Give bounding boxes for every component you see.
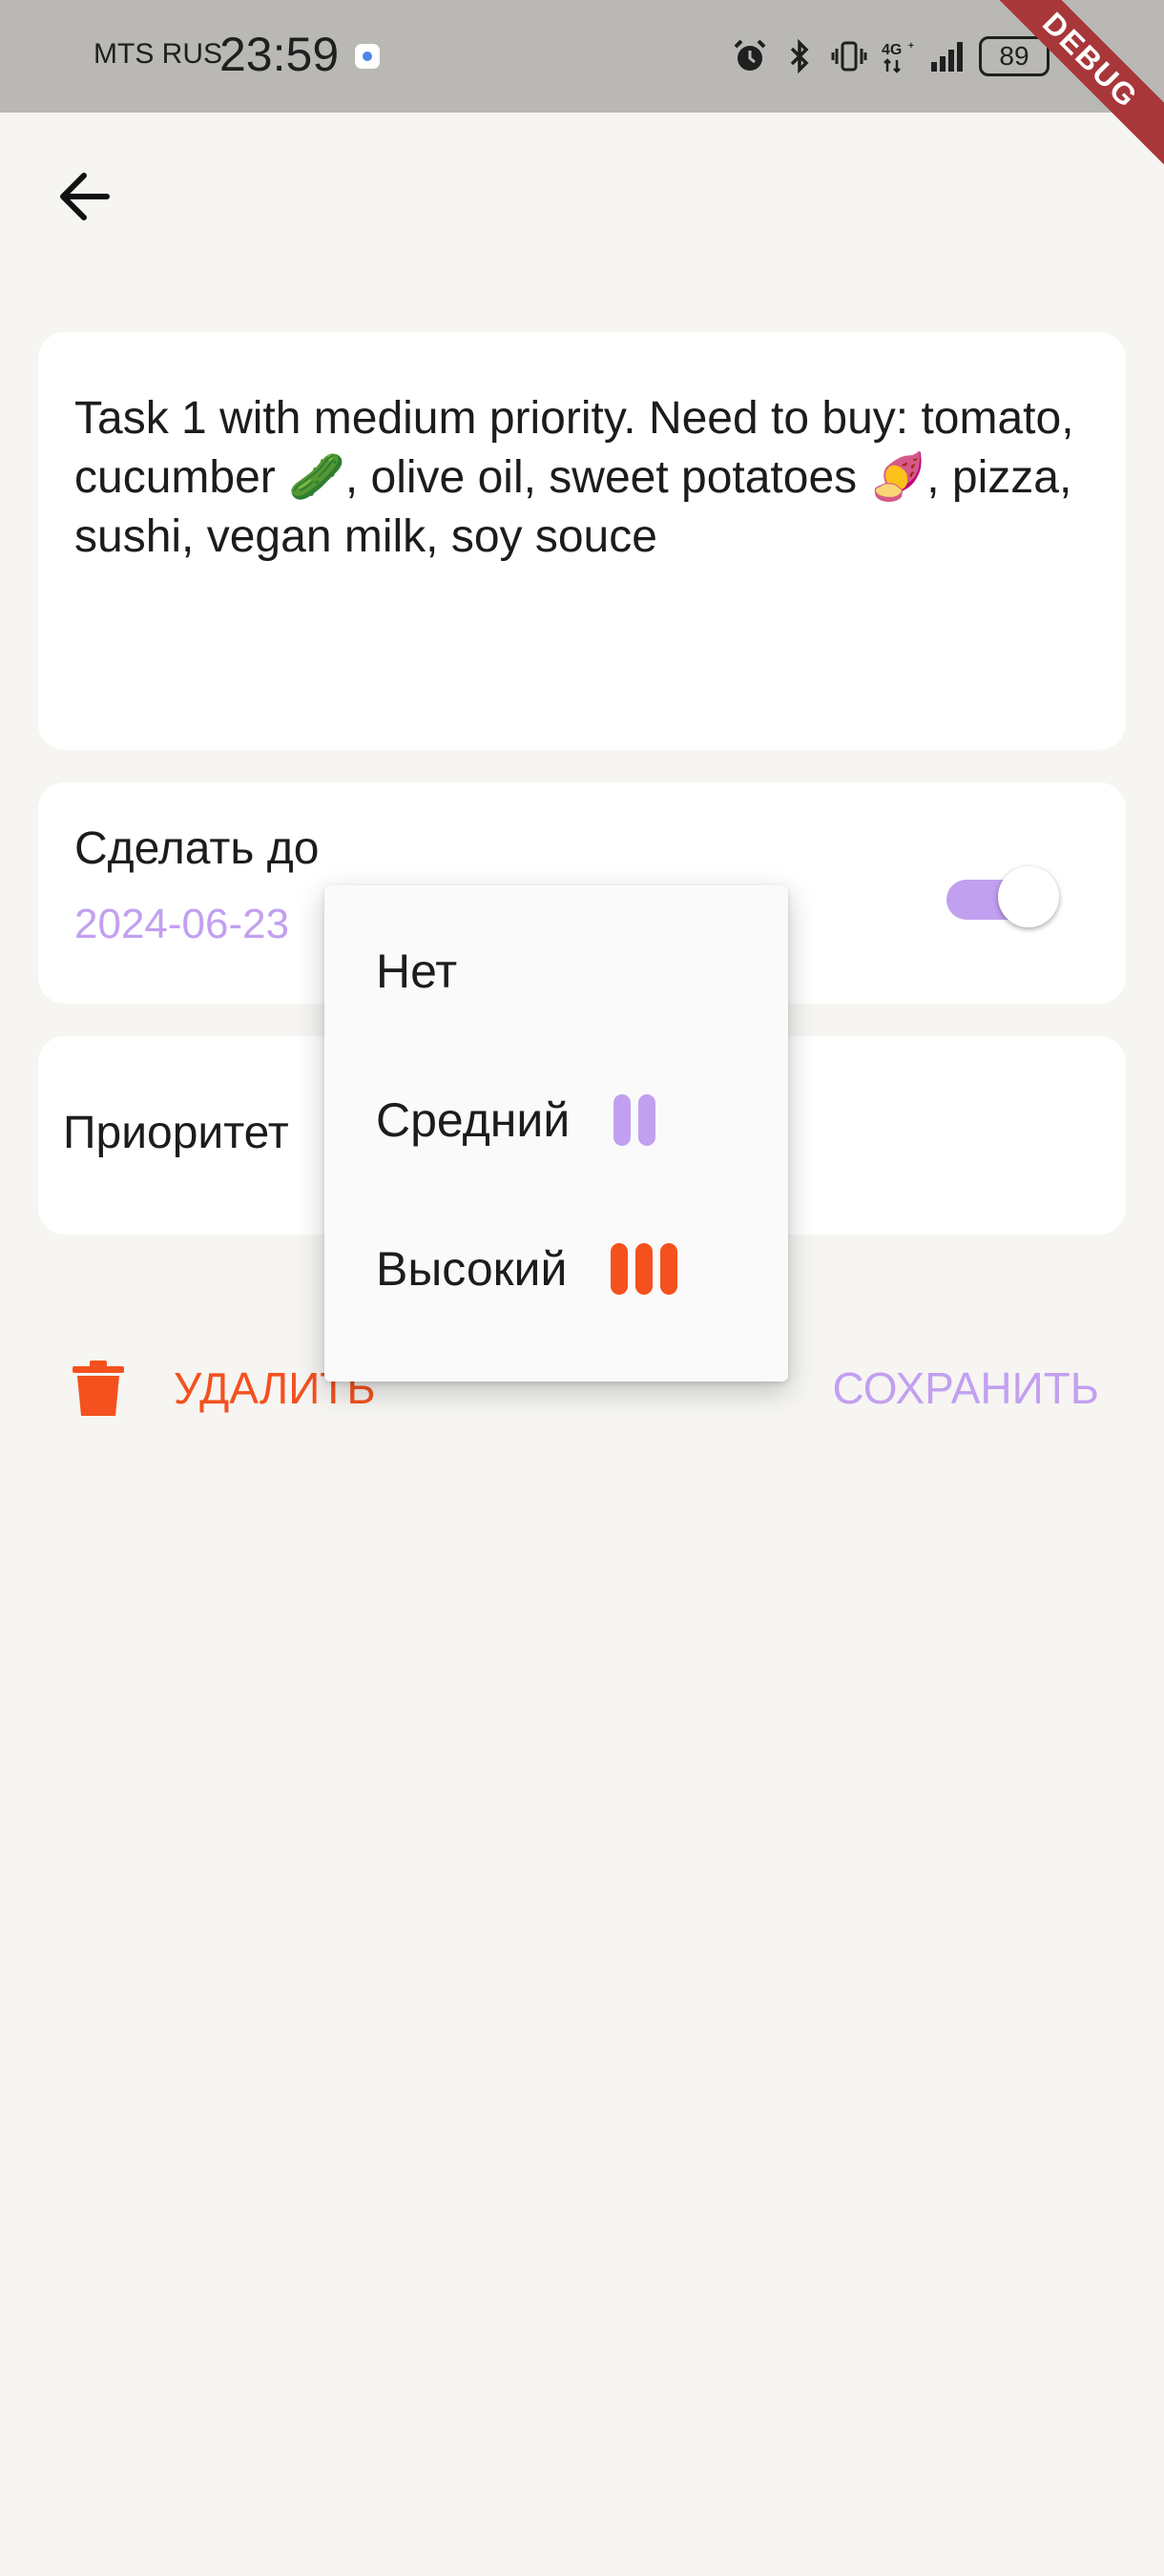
- deadline-date[interactable]: 2024-06-23: [74, 901, 289, 948]
- back-arrow-icon[interactable]: [53, 162, 122, 231]
- priority-bar: [611, 1243, 629, 1295]
- priority-bar: [613, 1094, 632, 1146]
- status-clock: 23:59: [219, 28, 340, 81]
- deadline-label: Сделать до: [74, 823, 320, 874]
- trash-icon: [73, 1361, 124, 1416]
- task-text-field[interactable]: Task 1 with medium priority. Need to buy…: [74, 389, 1086, 567]
- priority-bar: [635, 1243, 654, 1295]
- priority-option-high[interactable]: Высокий: [324, 1195, 788, 1343]
- priority-option-label: Высокий: [376, 1242, 568, 1296]
- priority-option-label: Средний: [376, 1093, 571, 1147]
- svg-text:+: +: [908, 41, 914, 52]
- bluetooth-icon: [790, 38, 809, 74]
- priority-label: Приоритет: [63, 1108, 289, 1158]
- priority-option-medium[interactable]: Средний: [324, 1046, 788, 1195]
- task-text-card[interactable]: Task 1 with medium priority. Need to buy…: [38, 332, 1126, 750]
- signal-icon: [931, 42, 963, 72]
- priority-medium-icon: [613, 1094, 656, 1146]
- alarm-icon: [734, 39, 766, 71]
- status-icons: 4G + 89: [731, 32, 1084, 80]
- toggle-thumb: [998, 866, 1059, 927]
- priority-option-none[interactable]: Нет: [324, 897, 788, 1046]
- save-button[interactable]: СОХРАНИТЬ: [833, 1355, 1099, 1422]
- svg-text:4G: 4G: [882, 42, 902, 58]
- priority-bar: [660, 1243, 678, 1295]
- network-4g-icon: 4G +: [882, 41, 914, 73]
- priority-bar: [638, 1094, 656, 1146]
- notification-icon: [355, 44, 380, 69]
- priority-option-label: Нет: [376, 945, 458, 998]
- vibrate-icon: [831, 41, 867, 72]
- status-bar: MTS RUS 23:59 4G + 89: [0, 0, 1164, 113]
- carrier-name: MTS RUS: [94, 38, 222, 70]
- deadline-toggle[interactable]: [946, 866, 1059, 931]
- battery-icon: 89: [979, 36, 1050, 76]
- priority-high-icon: [611, 1243, 678, 1295]
- priority-menu: Нет Средний Высокий: [324, 885, 788, 1381]
